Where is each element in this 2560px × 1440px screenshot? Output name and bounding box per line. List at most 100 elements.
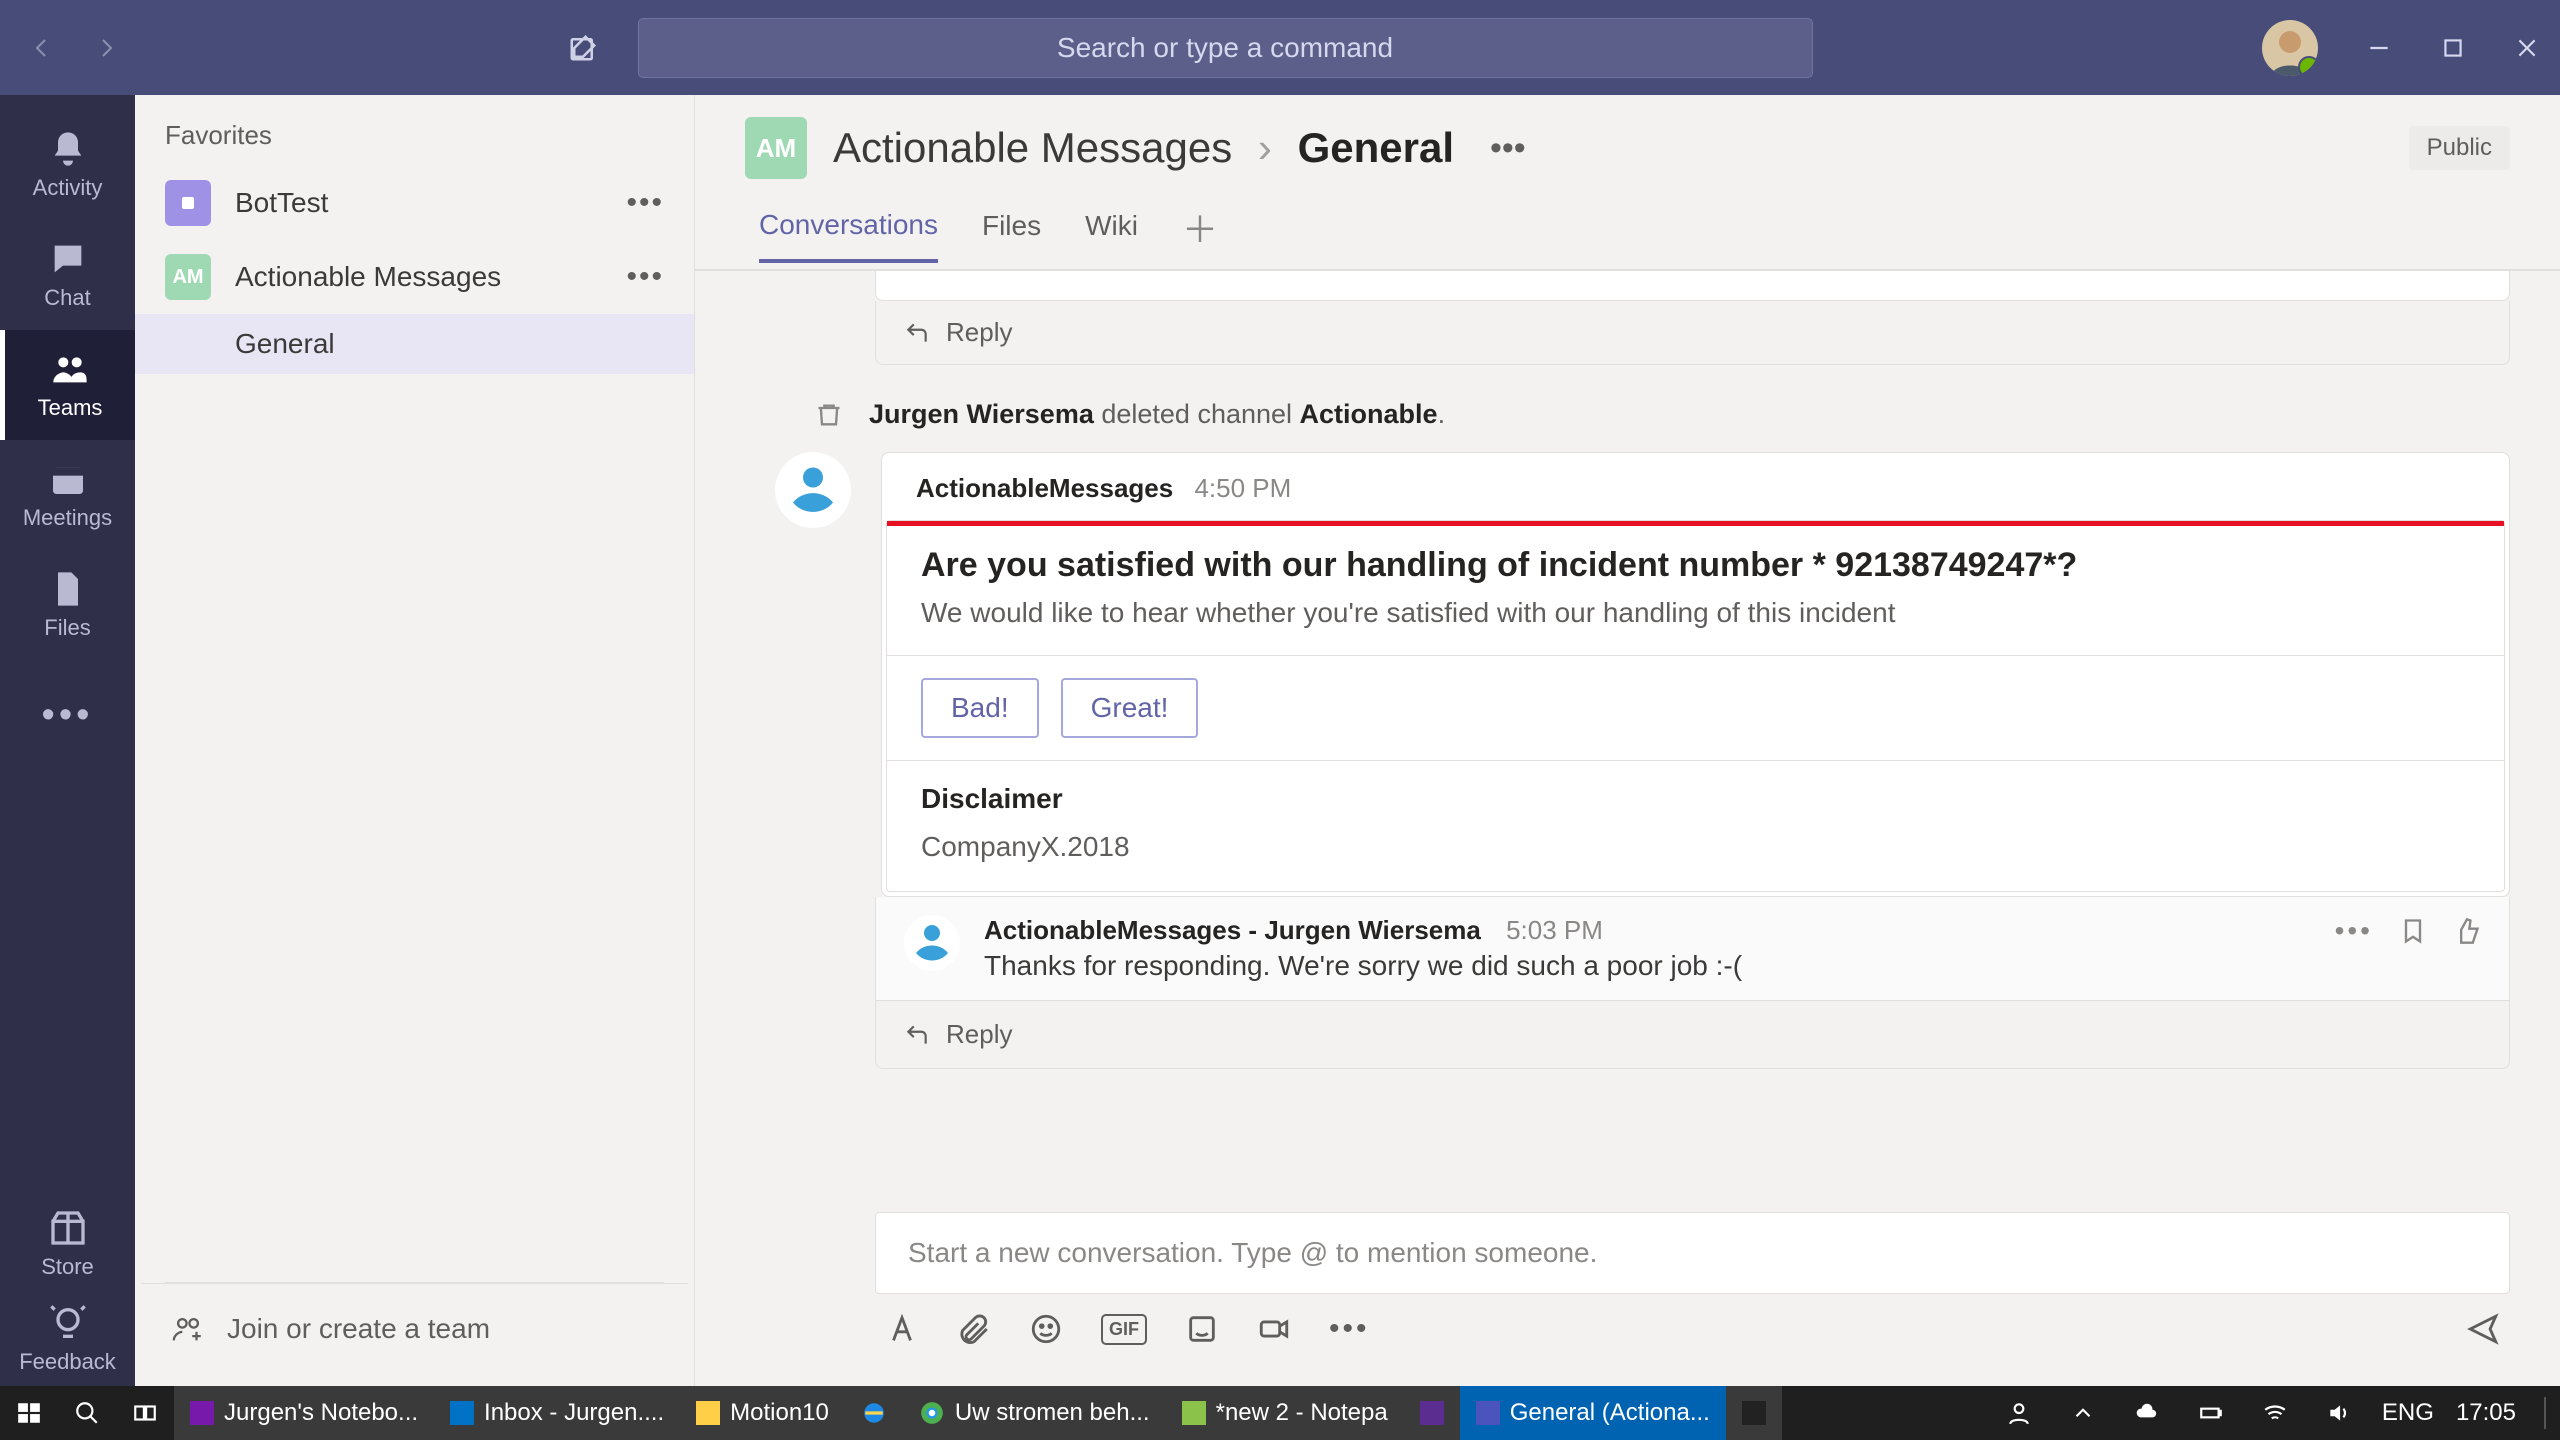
bot-avatar xyxy=(775,452,851,528)
taskbar-app-outlook[interactable]: Inbox - Jurgen.... xyxy=(434,1386,680,1440)
join-create-team[interactable]: Join or create a team xyxy=(141,1283,688,1386)
card-action-great[interactable]: Great! xyxy=(1061,678,1199,738)
volume-icon[interactable] xyxy=(2318,1386,2360,1440)
tray-chevron-icon[interactable] xyxy=(2062,1386,2104,1440)
taskbar-app-teams[interactable]: General (Actiona... xyxy=(1460,1386,1726,1440)
reply-input-prev[interactable]: Reply xyxy=(875,301,2510,365)
join-team-icon xyxy=(171,1312,205,1346)
taskbar-app-terminal[interactable] xyxy=(1726,1386,1782,1440)
card-title: Are you satisfied with our handling of i… xyxy=(921,546,2470,585)
people-icon[interactable] xyxy=(1998,1386,2040,1440)
rail-store[interactable]: Store xyxy=(0,1196,135,1291)
format-icon[interactable] xyxy=(885,1312,919,1346)
store-icon xyxy=(48,1208,88,1248)
reply-input[interactable]: Reply xyxy=(875,1001,2510,1069)
rail-meetings[interactable]: Meetings xyxy=(0,440,135,550)
taskbar-app-onenote[interactable]: Jurgen's Notebo... xyxy=(174,1386,434,1440)
window-close-icon[interactable] xyxy=(2514,35,2540,61)
rail-feedback[interactable]: Feedback xyxy=(0,1291,135,1386)
team-item-bottest[interactable]: BotTest ••• xyxy=(135,166,694,240)
onedrive-icon[interactable] xyxy=(2126,1386,2168,1440)
clock[interactable]: 17:05 xyxy=(2456,1399,2516,1427)
rail-label: Feedback xyxy=(19,1349,116,1375)
taskbar-search[interactable] xyxy=(58,1386,116,1440)
onenote-icon xyxy=(190,1401,214,1425)
window-maximize-icon[interactable] xyxy=(2440,35,2466,61)
message-list[interactable]: Reply Jurgen Wiersema deleted channel Ac… xyxy=(695,271,2560,1212)
taskbar-app-explorer[interactable]: Motion10 xyxy=(680,1386,845,1440)
avatar-image xyxy=(2262,20,2318,76)
add-tab-icon[interactable]: ＋ xyxy=(1182,201,1218,269)
chrome-icon xyxy=(919,1400,945,1426)
reply-arrow-icon xyxy=(904,1022,930,1048)
compose-icon[interactable] xyxy=(568,33,598,63)
input-language[interactable]: ENG xyxy=(2382,1399,2434,1427)
channel-general[interactable]: General xyxy=(135,314,694,374)
rail-activity[interactable]: Activity xyxy=(0,110,135,220)
sticker-icon[interactable] xyxy=(1185,1312,1219,1346)
tab-conversations[interactable]: Conversations xyxy=(759,209,938,263)
gif-icon[interactable]: GIF xyxy=(1101,1314,1147,1345)
meetnow-icon[interactable] xyxy=(1257,1312,1291,1346)
attach-icon[interactable] xyxy=(957,1312,991,1346)
battery-icon[interactable] xyxy=(2190,1386,2232,1440)
channel-team-avatar: AM xyxy=(745,117,807,179)
team-item-actionable[interactable]: AM Actionable Messages ••• xyxy=(135,240,694,314)
rail-chat[interactable]: Chat xyxy=(0,220,135,330)
task-view[interactable] xyxy=(116,1386,174,1440)
tab-files[interactable]: Files xyxy=(982,210,1041,260)
folder-icon xyxy=(696,1401,720,1425)
send-icon[interactable] xyxy=(2466,1312,2500,1346)
breadcrumb-team[interactable]: Actionable Messages xyxy=(833,124,1232,171)
vs-icon xyxy=(1420,1401,1444,1425)
ellipsis-icon: ••• xyxy=(42,694,94,737)
reply-label: Reply xyxy=(946,1019,1012,1050)
search-input[interactable]: Search or type a command xyxy=(638,18,1813,78)
user-avatar[interactable] xyxy=(2262,20,2318,76)
teams-icon xyxy=(50,349,90,389)
show-desktop[interactable] xyxy=(2544,1397,2546,1429)
card-action-bad[interactable]: Bad! xyxy=(921,678,1039,738)
chevron-right-icon: › xyxy=(1258,124,1272,171)
nav-rail: Activity Chat Teams Meetings Files ••• S… xyxy=(0,95,135,1386)
tab-wiki[interactable]: Wiki xyxy=(1085,210,1138,260)
team-more-icon[interactable]: ••• xyxy=(626,260,664,294)
reply-time: 5:03 PM xyxy=(1506,915,1603,945)
compose-input[interactable]: Start a new conversation. Type @ to ment… xyxy=(875,1212,2510,1294)
teams-sidebar: Favorites BotTest ••• AM Actionable Mess… xyxy=(135,95,695,1386)
system-channel: Actionable xyxy=(1300,399,1438,429)
taskbar-app-vs[interactable] xyxy=(1404,1386,1460,1440)
team-more-icon[interactable]: ••• xyxy=(626,186,664,220)
bookmark-icon[interactable] xyxy=(2399,917,2427,945)
emoji-icon[interactable] xyxy=(1029,1312,1063,1346)
bot-avatar-icon xyxy=(908,919,956,967)
window-minimize-icon[interactable] xyxy=(2366,35,2392,61)
taskbar-app-notepadpp[interactable]: *new 2 - Notepa xyxy=(1166,1386,1404,1440)
rail-more[interactable]: ••• xyxy=(0,660,135,770)
bulb-icon xyxy=(48,1303,88,1343)
message-more-icon[interactable]: ••• xyxy=(2335,915,2373,947)
taskbar-app-ie[interactable] xyxy=(845,1386,903,1440)
nav-back-icon[interactable] xyxy=(30,36,54,60)
composer-more-icon[interactable]: ••• xyxy=(1329,1312,1370,1346)
breadcrumb: Actionable Messages › General xyxy=(833,124,1454,172)
search-icon xyxy=(74,1400,100,1426)
team-initials: AM xyxy=(172,266,203,289)
reply-arrow-icon xyxy=(904,320,930,346)
team-name: BotTest xyxy=(235,187,328,219)
like-icon[interactable] xyxy=(2453,917,2481,945)
taskbar-app-chrome[interactable]: Uw stromen beh... xyxy=(903,1386,1166,1440)
breadcrumb-channel: General xyxy=(1298,124,1454,171)
composer-toolbar: GIF ••• xyxy=(875,1294,2510,1376)
previous-message-tail xyxy=(875,271,2510,301)
channel-more-icon[interactable]: ••• xyxy=(1490,129,1526,168)
card-subtitle: We would like to hear whether you're sat… xyxy=(921,597,2470,629)
wifi-icon[interactable] xyxy=(2254,1386,2296,1440)
start-button[interactable] xyxy=(0,1386,58,1440)
terminal-icon xyxy=(1742,1401,1766,1425)
channel-name: General xyxy=(235,328,335,359)
rail-files[interactable]: Files xyxy=(0,550,135,660)
rail-teams[interactable]: Teams xyxy=(0,330,135,440)
taskbar-label: Uw stromen beh... xyxy=(955,1399,1150,1427)
nav-forward-icon[interactable] xyxy=(94,36,118,60)
